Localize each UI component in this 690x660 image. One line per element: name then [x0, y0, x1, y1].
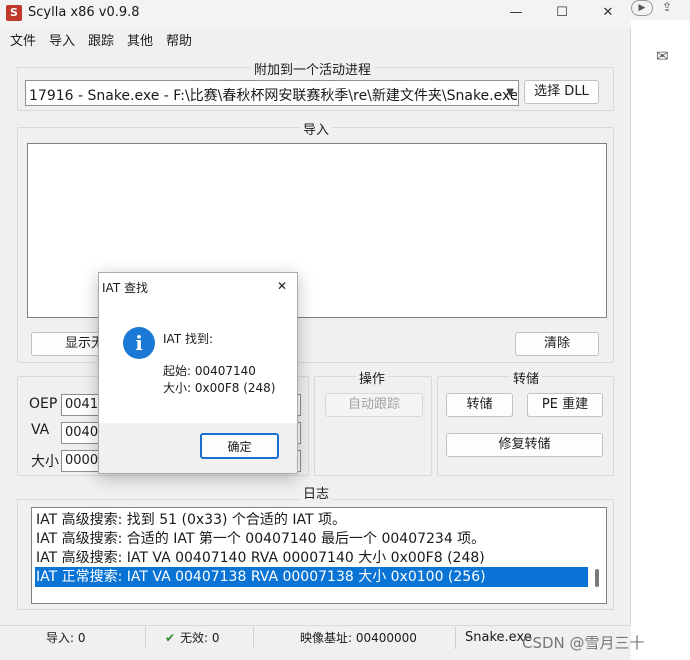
menu-misc[interactable]: 其他 — [127, 30, 153, 49]
dialog-start: 起始: 00407140 — [163, 364, 256, 378]
oep-label: OEP — [29, 396, 58, 412]
attach-group-title: 附加到一个活动进程 — [251, 59, 375, 78]
menu-bar: 文件 导入 跟踪 其他 帮助 — [0, 28, 631, 49]
log-scrollbar-thumb[interactable] — [595, 569, 599, 587]
process-combobox-value: 17916 - Snake.exe - F:\比赛\春秋杯网安联赛秋季\re\新… — [29, 88, 517, 104]
scylla-logo-icon: S — [6, 5, 22, 21]
csdn-watermark: CSDN @雪月三十 — [522, 634, 645, 652]
title-bar[interactable]: S Scylla x86 v0.9.8 — ☐ ✕ — [0, 0, 631, 28]
status-image-base: 映像基址: 00400000 — [300, 631, 417, 645]
dump-group — [437, 376, 614, 476]
dialog-footer: 确定 — [99, 423, 297, 473]
log-listbox[interactable]: IAT 高级搜索: 找到 51 (0x33) 个合适的 IAT 项。 IAT 高… — [31, 507, 607, 604]
status-invalid: 无效: 0 — [180, 631, 220, 645]
share-icon[interactable]: ⇪ — [662, 0, 672, 14]
check-icon: ✔ — [165, 631, 176, 645]
actions-group-title: 操作 — [356, 368, 389, 387]
dialog-close-icon[interactable]: ✕ — [267, 274, 297, 298]
dialog-heading: IAT 找到: — [163, 332, 214, 346]
fix-dump-button[interactable]: 修复转储 — [446, 433, 603, 457]
chevron-down-icon[interactable]: ▼ — [506, 87, 514, 98]
status-separator — [253, 627, 254, 649]
log-line-selected[interactable]: IAT 正常搜索: IAT VA 00407138 RVA 00007138 大… — [35, 567, 588, 587]
maximize-button[interactable]: ☐ — [539, 0, 585, 28]
pe-rebuild-button[interactable]: PE 重建 — [527, 393, 603, 417]
log-group-title: 日志 — [300, 483, 333, 502]
play-icon[interactable]: ▶ — [631, 0, 653, 16]
menu-import[interactable]: 导入 — [49, 30, 75, 49]
actions-group — [314, 376, 432, 476]
log-line[interactable]: IAT 高级搜索: 合适的 IAT 第一个 00407140 最后一个 0040… — [35, 529, 588, 549]
log-line[interactable]: IAT 高级搜索: 找到 51 (0x33) 个合适的 IAT 项。 — [35, 510, 588, 530]
imports-group-title: 导入 — [300, 119, 333, 138]
dump-group-title: 转储 — [510, 368, 543, 387]
scylla-window: S Scylla x86 v0.9.8 — ☐ ✕ 文件 导入 跟踪 其他 帮助… — [0, 0, 631, 660]
ok-button[interactable]: 确定 — [200, 433, 279, 459]
size-label: 大小 — [31, 454, 59, 470]
status-separator — [145, 627, 146, 649]
info-icon: i — [123, 327, 155, 359]
menu-help[interactable]: 帮助 — [166, 30, 192, 49]
status-imports: 导入: 0 — [46, 631, 86, 645]
status-separator — [455, 627, 456, 649]
window-title: Scylla x86 v0.9.8 — [28, 5, 140, 20]
minimize-button[interactable]: — — [493, 0, 539, 28]
log-line[interactable]: IAT 高级搜索: IAT VA 00407140 RVA 00007140 大… — [35, 548, 588, 568]
dialog-size: 大小: 0x00F8 (248) — [163, 381, 276, 395]
dump-button[interactable]: 转储 — [446, 393, 513, 417]
va-label: VA — [31, 422, 50, 438]
close-button[interactable]: ✕ — [585, 0, 631, 28]
select-dll-button[interactable]: 选择 DLL — [524, 80, 599, 104]
menu-trace[interactable]: 跟踪 — [88, 30, 114, 49]
process-combobox[interactable]: 17916 - Snake.exe - F:\比赛\春秋杯网安联赛秋季\re\新… — [25, 80, 519, 106]
auto-trace-button[interactable]: 自动跟踪 — [325, 393, 423, 417]
dialog-title: IAT 查找 — [102, 281, 148, 295]
background-app-strip: ▶ ✉ ⇪ — [631, 0, 690, 660]
comment-icon[interactable]: ✉ — [656, 47, 669, 65]
menu-file[interactable]: 文件 — [10, 30, 36, 49]
clear-button[interactable]: 清除 — [515, 332, 599, 356]
iat-search-dialog: IAT 查找 ✕ i IAT 找到: 起始: 00407140 大小: 0x00… — [98, 272, 298, 474]
